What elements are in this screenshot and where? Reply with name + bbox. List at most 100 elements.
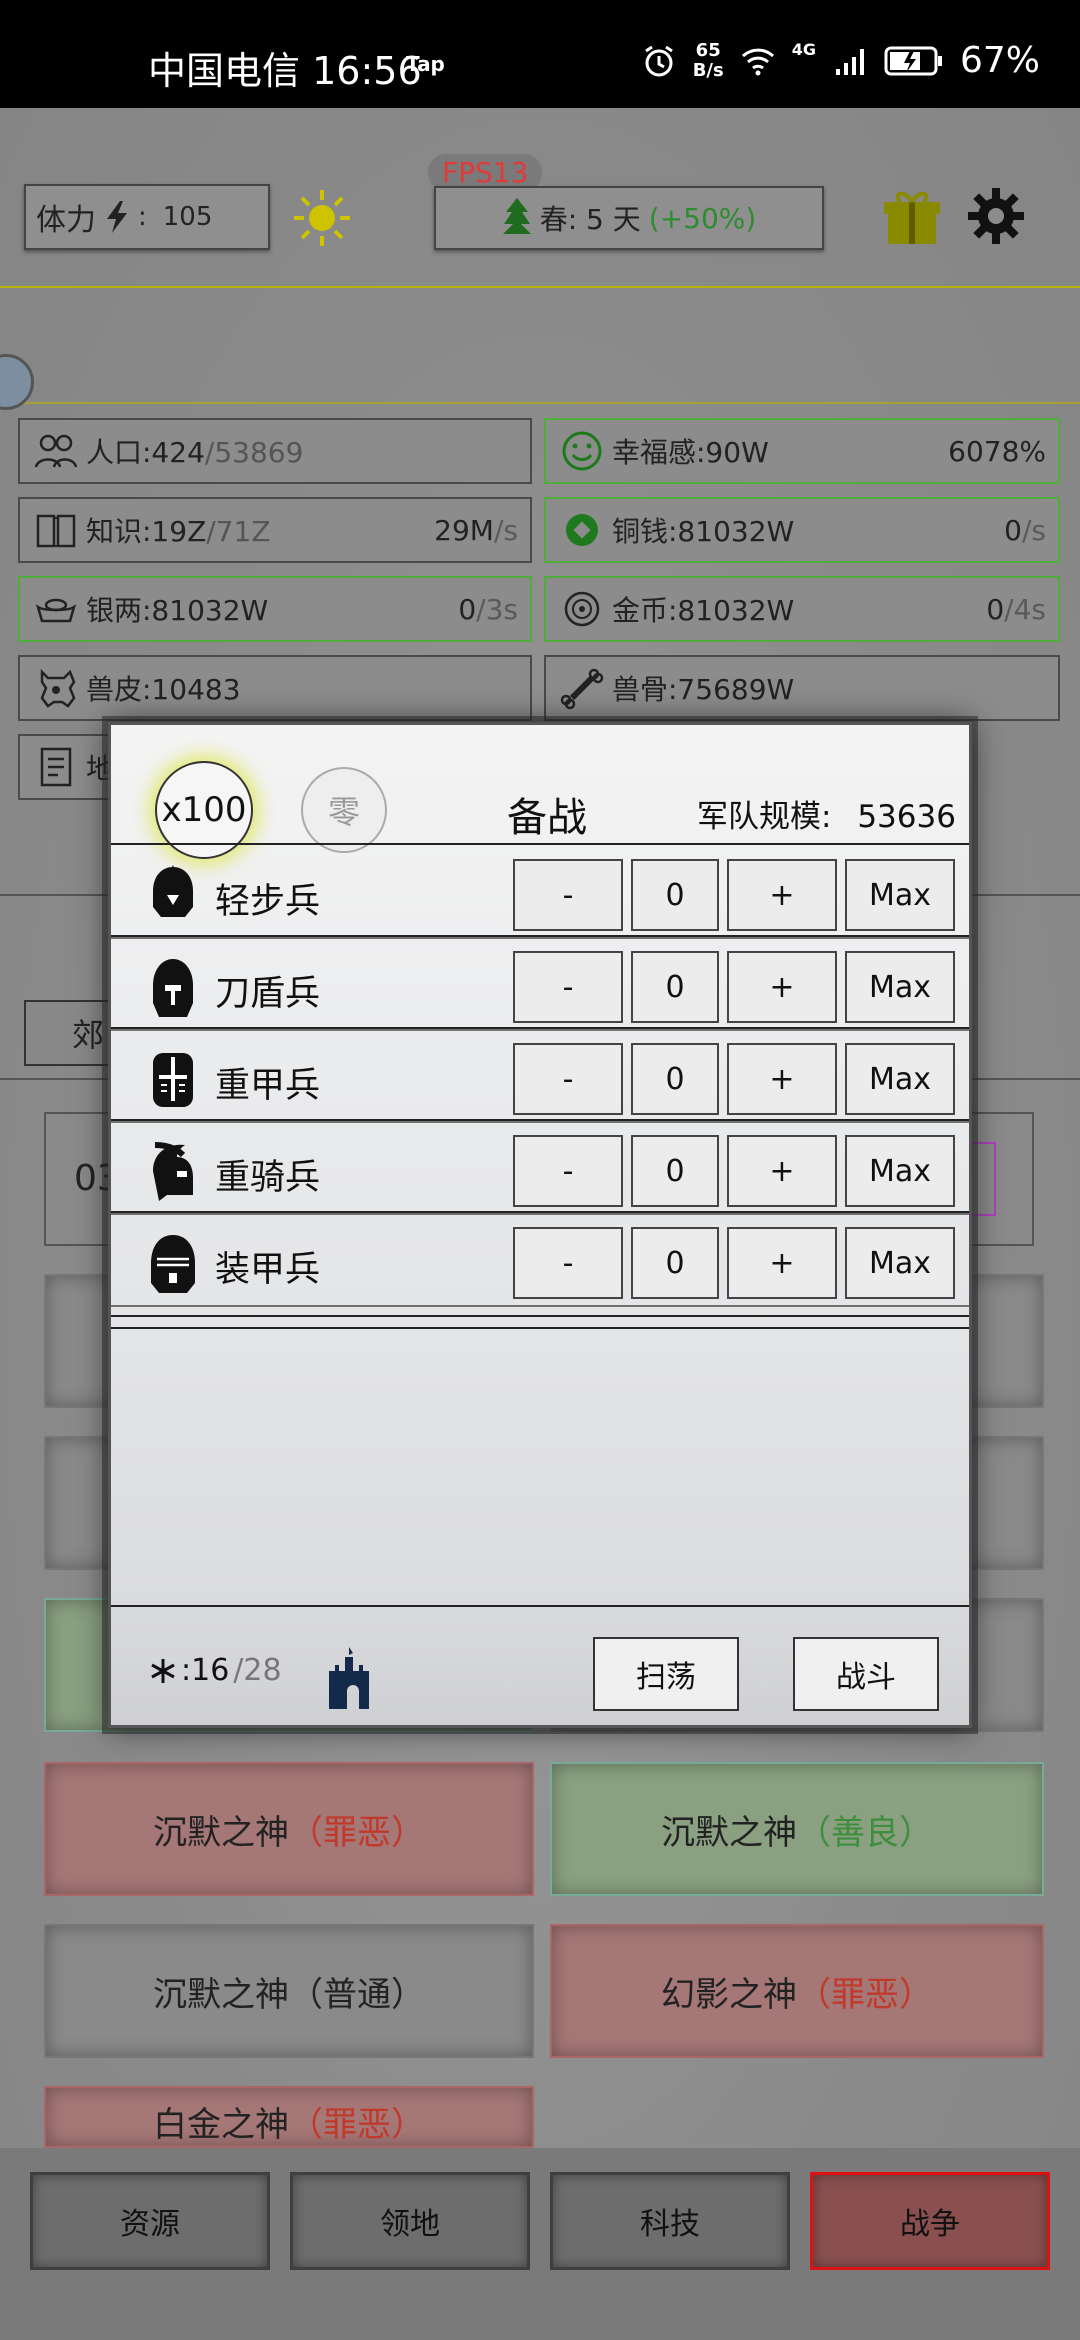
nav-resources[interactable]: 资源 bbox=[30, 2172, 270, 2270]
stamina-label: 体力 bbox=[36, 203, 96, 238]
stamina-current: :16 bbox=[181, 1653, 230, 1688]
resource-item[interactable]: 知识:19Z/71Z 29M/s bbox=[18, 497, 532, 563]
max-button[interactable]: Max bbox=[845, 1227, 955, 1299]
sweep-button[interactable]: 扫荡 bbox=[593, 1637, 739, 1711]
god-button[interactable]: 沉默之神 （善良） bbox=[550, 1762, 1044, 1896]
row-divider bbox=[111, 1305, 969, 1307]
resource-item[interactable]: 人口:424/53869 bbox=[18, 418, 532, 484]
silver-ingot-icon bbox=[35, 598, 77, 623]
resource-item[interactable]: 兽皮:10483 bbox=[18, 655, 532, 721]
decrease-button[interactable]: - bbox=[513, 951, 623, 1023]
unit-row: 刀盾兵 -0 + Max bbox=[111, 941, 969, 1029]
tree-icon bbox=[502, 198, 531, 234]
army-size-label: 军队规模: bbox=[697, 799, 832, 835]
stamina-max: /28 bbox=[233, 1653, 282, 1688]
max-button[interactable]: Max bbox=[845, 1043, 955, 1115]
season-text: 春: 5 天 bbox=[539, 203, 641, 236]
decrease-button[interactable]: - bbox=[513, 1043, 623, 1115]
document-icon bbox=[40, 747, 72, 787]
row-divider bbox=[111, 1213, 969, 1215]
unit-row: 轻步兵 -0 + Max bbox=[111, 849, 969, 937]
row-divider bbox=[111, 937, 969, 939]
god-name: 沉默之神 bbox=[153, 1812, 289, 1853]
unit-name: 重骑兵 bbox=[215, 1158, 321, 1198]
increase-button[interactable]: + bbox=[727, 951, 837, 1023]
max-button[interactable]: Max bbox=[845, 859, 955, 931]
god-button[interactable]: 沉默之神 （罪恶） bbox=[44, 1762, 534, 1896]
dialog-title: 备战 bbox=[507, 795, 587, 841]
selected-row-outline bbox=[968, 1142, 996, 1216]
divider-line bbox=[0, 402, 1080, 404]
lightning-icon bbox=[107, 201, 127, 233]
resource-rate: 29M/s bbox=[434, 513, 518, 547]
row-divider bbox=[111, 1121, 969, 1123]
resource-item[interactable]: 银两:81032W 0/3s bbox=[18, 576, 532, 642]
increase-button[interactable]: + bbox=[727, 1135, 837, 1207]
season-bonus: (+50%) bbox=[648, 201, 757, 235]
decrease-button[interactable]: - bbox=[513, 1227, 623, 1299]
unit-count-field[interactable]: 0 bbox=[631, 859, 719, 931]
god-tag: （罪恶） bbox=[289, 2105, 425, 2145]
unit-count-field[interactable]: 0 bbox=[631, 1227, 719, 1299]
stamina-separator: : bbox=[138, 202, 147, 232]
book-icon bbox=[36, 514, 76, 548]
resource-value: 人口:424/53869 bbox=[86, 436, 304, 469]
row-divider bbox=[111, 1029, 969, 1031]
region-tab[interactable]: 郊 bbox=[24, 1000, 114, 1066]
unit-row: 重骑兵 -0 + Max bbox=[111, 1125, 969, 1213]
gold-coin-icon bbox=[564, 591, 600, 627]
armored-helmet-icon bbox=[151, 1235, 195, 1293]
resource-item[interactable]: 铜钱:81032W 0/s bbox=[544, 497, 1060, 563]
row-divider bbox=[111, 843, 969, 845]
god-tag: （罪恶） bbox=[289, 1812, 425, 1853]
decrease-button[interactable]: - bbox=[513, 1135, 623, 1207]
divider-line bbox=[0, 286, 1080, 288]
resource-value: 兽骨:75689W bbox=[612, 673, 795, 706]
bone-icon bbox=[560, 668, 604, 710]
resource-rate: 6078% bbox=[948, 434, 1046, 468]
god-button[interactable]: 白金之神 （罪恶） bbox=[44, 2086, 534, 2148]
season-box[interactable]: 春: 5 天 (+50%) bbox=[434, 186, 824, 250]
gift-icon[interactable] bbox=[880, 184, 944, 248]
god-tag: （普通） bbox=[289, 1974, 425, 2015]
light-infantry-helmet-icon bbox=[153, 865, 193, 917]
resource-item[interactable]: 幸福感:90W 6078% bbox=[544, 418, 1060, 484]
increase-button[interactable]: + bbox=[727, 859, 837, 931]
god-button[interactable]: 幻影之神 （罪恶） bbox=[550, 1924, 1044, 2058]
max-button[interactable]: Max bbox=[845, 1135, 955, 1207]
snowflake-icon bbox=[151, 1658, 175, 1683]
reset-zero-button[interactable]: 零 bbox=[301, 767, 387, 853]
resource-value: 兽皮:10483 bbox=[86, 673, 241, 706]
nav-tech[interactable]: 科技 bbox=[550, 2172, 790, 2270]
resource-item[interactable]: 兽骨:75689W bbox=[544, 655, 1060, 721]
coin-icon bbox=[566, 514, 598, 546]
nav-territory[interactable]: 领地 bbox=[290, 2172, 530, 2270]
unit-count-field[interactable]: 0 bbox=[631, 1135, 719, 1207]
increase-button[interactable]: + bbox=[727, 1227, 837, 1299]
army-size: 军队规模: 53636 bbox=[697, 791, 956, 836]
decrease-button[interactable]: - bbox=[513, 859, 623, 931]
sword-shield-helmet-icon bbox=[153, 959, 193, 1017]
god-button[interactable]: 沉默之神 （普通） bbox=[44, 1924, 534, 2058]
battery-icon bbox=[884, 46, 942, 75]
smile-icon bbox=[562, 431, 602, 471]
god-name: 幻影之神 bbox=[661, 1974, 797, 2015]
stamina-box[interactable]: 体力 : 105 bbox=[24, 184, 270, 250]
increase-button[interactable]: + bbox=[727, 1043, 837, 1115]
max-button[interactable]: Max bbox=[845, 951, 955, 1023]
god-name: 沉默之神 bbox=[661, 1812, 797, 1853]
row-divider bbox=[111, 1315, 969, 1317]
row-divider bbox=[111, 1327, 969, 1329]
settings-gear-icon[interactable] bbox=[964, 184, 1028, 248]
bottom-nav: 资源 领地 科技 战争 bbox=[0, 2148, 1080, 2340]
unit-count-field[interactable]: 0 bbox=[631, 951, 719, 1023]
status-bar: 中国电信 16:56 Tap 65 B/s 4G 67% bbox=[0, 0, 1080, 108]
unit-count-field[interactable]: 0 bbox=[631, 1043, 719, 1115]
people-icon bbox=[34, 434, 78, 468]
sun-icon bbox=[294, 190, 350, 246]
fight-button[interactable]: 战斗 bbox=[793, 1637, 939, 1711]
resource-value: 幸福感:90W bbox=[612, 436, 769, 469]
battle-stamina: :16/28 bbox=[149, 1653, 282, 1688]
resource-item[interactable]: 金币:81032W 0/4s bbox=[544, 576, 1060, 642]
nav-war[interactable]: 战争 bbox=[810, 2172, 1050, 2270]
